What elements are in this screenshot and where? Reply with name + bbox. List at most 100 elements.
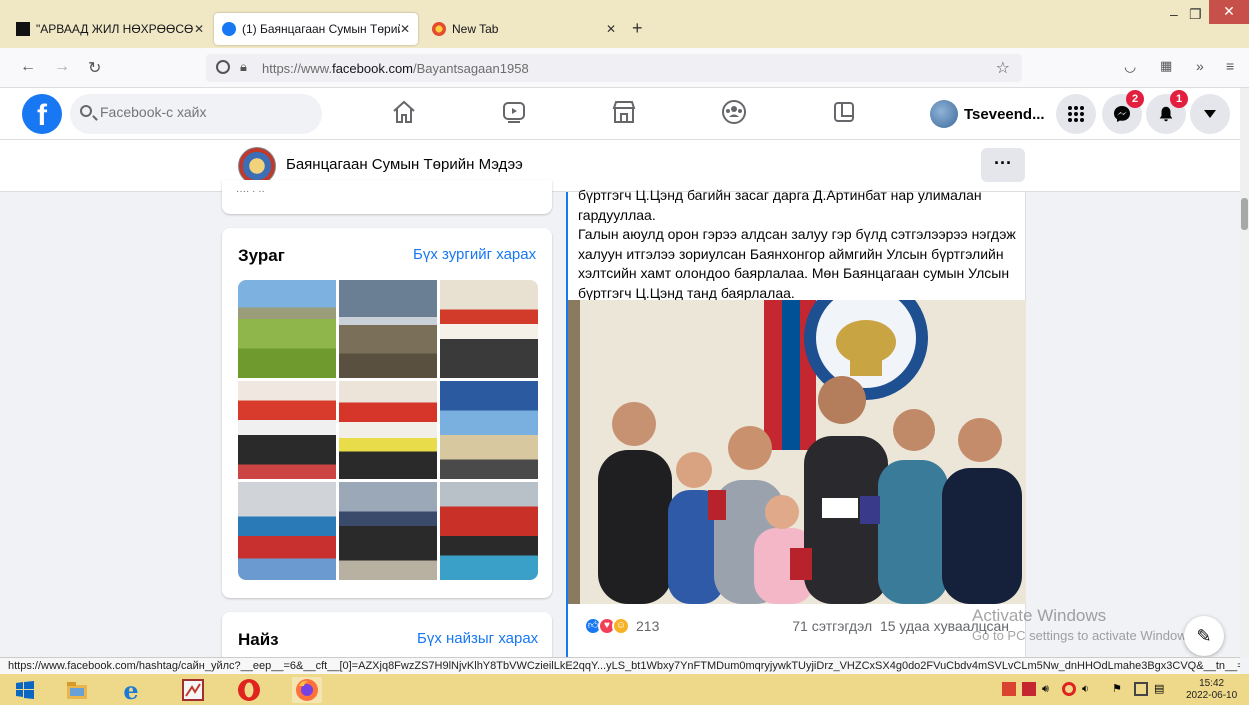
photo-thumbnail[interactable]	[339, 482, 437, 580]
avatar	[930, 100, 958, 128]
close-window-icon[interactable]: ✕	[1209, 0, 1249, 24]
marketplace-icon[interactable]	[610, 98, 642, 130]
link-status-bar: https://www.facebook.com/hashtag/сайн_уй…	[0, 657, 1240, 674]
facebook-favicon-icon	[222, 22, 236, 36]
internet-explorer-icon[interactable]: e	[118, 676, 144, 705]
clock-date: 2022-06-10	[1186, 690, 1238, 701]
profile-shortcut[interactable]: Tseveend...	[930, 96, 1045, 132]
care-reaction-icon: ☺	[612, 617, 630, 635]
notifications-bell-icon[interactable]: 1	[1146, 90, 1188, 134]
restore-icon[interactable]: ❐	[1189, 6, 1202, 23]
messenger-badge: 2	[1126, 90, 1144, 108]
post-text-line: халуун итгэлээ зориулсан Баянхонгор аймг…	[578, 245, 1004, 262]
tab-title: "АРВААД ЖИЛ НӨХРӨӨСӨӨ	[36, 22, 194, 36]
tray-volume-icon[interactable]: 🔉︎	[1082, 682, 1096, 696]
tab-title: New Tab	[452, 22, 499, 36]
photo-thumbnail[interactable]	[440, 482, 538, 580]
post-text: бүртгэгч Ц.Цэнд багийн засаг дарга Д.Арт…	[578, 186, 1018, 303]
messenger-icon[interactable]: 2	[1102, 90, 1144, 134]
windows-start-icon[interactable]	[12, 677, 38, 703]
reaction-count: 213	[636, 618, 660, 634]
photo-thumbnail[interactable]	[440, 280, 538, 378]
menu-grid-icon[interactable]	[1056, 94, 1096, 134]
comment-count-link[interactable]: 71 сэтгэгдэл	[792, 618, 872, 634]
gaming-icon[interactable]	[830, 98, 862, 130]
tray-sound-icon[interactable]: 🔊︎	[1042, 682, 1056, 696]
minimize-icon[interactable]: –	[1170, 6, 1178, 22]
post-photo[interactable]	[568, 300, 1026, 604]
photo-thumbnail[interactable]	[238, 381, 336, 479]
tracking-shield-icon[interactable]	[216, 60, 230, 74]
photo-grid	[238, 280, 538, 580]
groups-icon[interactable]	[720, 98, 752, 130]
profile-name: Tseveend...	[964, 105, 1045, 123]
forward-arrow-icon[interactable]: →	[54, 58, 70, 76]
intro-text-fragment: ···· · ··	[236, 186, 265, 197]
post-photo-illustration	[568, 300, 1026, 604]
notifications-badge: 1	[1170, 90, 1188, 108]
opera-icon[interactable]	[236, 677, 262, 703]
scrollbar-thumb[interactable]	[1241, 198, 1248, 230]
reaction-summary[interactable]: 👍︎ ♥ ☺ 213	[584, 617, 659, 635]
firefox-taskbar-icon[interactable]	[292, 677, 322, 703]
pocket-icon[interactable]: ◡	[1124, 58, 1136, 75]
see-all-friends-link[interactable]: Бүх найзыг харах	[417, 630, 538, 647]
back-arrow-icon[interactable]: ←	[20, 58, 36, 76]
post-text-line: гардууллаа.	[578, 206, 656, 223]
home-icon[interactable]	[390, 98, 422, 130]
watch-video-icon[interactable]	[500, 98, 532, 130]
overflow-chevrons-icon[interactable]: »	[1196, 58, 1204, 74]
tab-title: (1) Баянцагаан Сумын Төрийн	[242, 22, 400, 36]
page-title[interactable]: Баянцагаан Сумын Төрийн Мэдээ	[286, 156, 523, 173]
site-favicon-icon	[16, 22, 30, 36]
tray-flag-icon[interactable]: ⚑	[1112, 682, 1126, 696]
search-input[interactable]	[100, 104, 300, 120]
windows-taskbar: e 🔊︎ 🔉︎ ⚑ ▤ 15:42 2022-06-10	[0, 674, 1249, 705]
photo-thumbnail[interactable]	[339, 280, 437, 378]
url-text[interactable]: https://www.facebook.com/Bayantsagaan195…	[262, 61, 529, 76]
page-scrollbar[interactable]	[1240, 88, 1249, 658]
activate-windows-subtitle: Go to PC settings to activate Windows.	[972, 628, 1197, 643]
extension-icon[interactable]: ▦	[1160, 58, 1172, 74]
firefox-favicon-icon	[432, 22, 446, 36]
more-options-button[interactable]: ···	[981, 148, 1025, 182]
tray-pdf-icon[interactable]	[1022, 682, 1036, 696]
photo-thumbnail[interactable]	[339, 381, 437, 479]
lock-icon[interactable]: 🔒︎	[240, 59, 247, 75]
new-tab-plus-icon[interactable]: +	[632, 18, 643, 39]
url-bar[interactable]: 🔒︎ https://www.facebook.com/Bayantsagaan…	[206, 54, 1022, 82]
close-tab-icon[interactable]: ✕	[400, 22, 410, 36]
photo-thumbnail[interactable]	[238, 280, 336, 378]
new-message-compose-icon[interactable]: ✎	[1184, 616, 1224, 656]
tab-facebook[interactable]: (1) Баянцагаан Сумын Төрийн ✕	[214, 13, 418, 45]
browser-tab-bar: "АРВААД ЖИЛ НӨХРӨӨСӨӨ ✕ (1) Баянцагаан С…	[0, 0, 1249, 48]
see-all-photos-link[interactable]: Бүх зургийг харах	[413, 246, 536, 263]
facebook-header: f Tseveend... 2 1	[0, 88, 1240, 140]
activate-windows-title: Activate Windows	[972, 606, 1107, 625]
photo-thumbnail[interactable]	[440, 381, 538, 479]
post-text-line: бүртгэгч Ц.Цэнд багийн засаг дарга Д.Арт…	[578, 187, 982, 203]
clock-time: 15:42	[1199, 678, 1225, 689]
facebook-logo-icon[interactable]: f	[22, 94, 62, 134]
tray-network-icon[interactable]: ▤	[1154, 682, 1168, 696]
paint-icon[interactable]	[180, 677, 206, 703]
reload-icon[interactable]: ↻	[88, 58, 101, 78]
friends-heading: Найз	[238, 630, 279, 649]
bookmark-star-icon[interactable]: ☆	[996, 58, 1010, 78]
feed-post: бүртгэгч Ц.Цэнд багийн засаг дарга Д.Арт…	[566, 187, 1026, 662]
tab-arvaad[interactable]: "АРВААД ЖИЛ НӨХРӨӨСӨӨ ✕	[8, 13, 212, 45]
tab-new-tab[interactable]: New Tab ✕	[424, 13, 624, 45]
tray-opera-icon[interactable]	[1062, 682, 1076, 696]
page-header: Баянцагаан Сумын Төрийн Мэдээ ···	[0, 140, 1240, 192]
tray-app-icon[interactable]	[1002, 682, 1016, 696]
search-icon	[80, 105, 92, 117]
hamburger-menu-icon[interactable]: ≡	[1226, 58, 1234, 74]
close-tab-icon[interactable]: ✕	[194, 22, 204, 36]
facebook-search[interactable]	[70, 94, 322, 134]
tray-battery-icon[interactable]	[1134, 682, 1148, 696]
file-explorer-icon[interactable]	[64, 677, 90, 703]
close-tab-icon[interactable]: ✕	[606, 22, 616, 36]
account-chevron-down-icon[interactable]	[1190, 94, 1230, 134]
photo-thumbnail[interactable]	[238, 482, 336, 580]
taskbar-clock[interactable]: 15:42 2022-06-10	[1186, 678, 1237, 702]
